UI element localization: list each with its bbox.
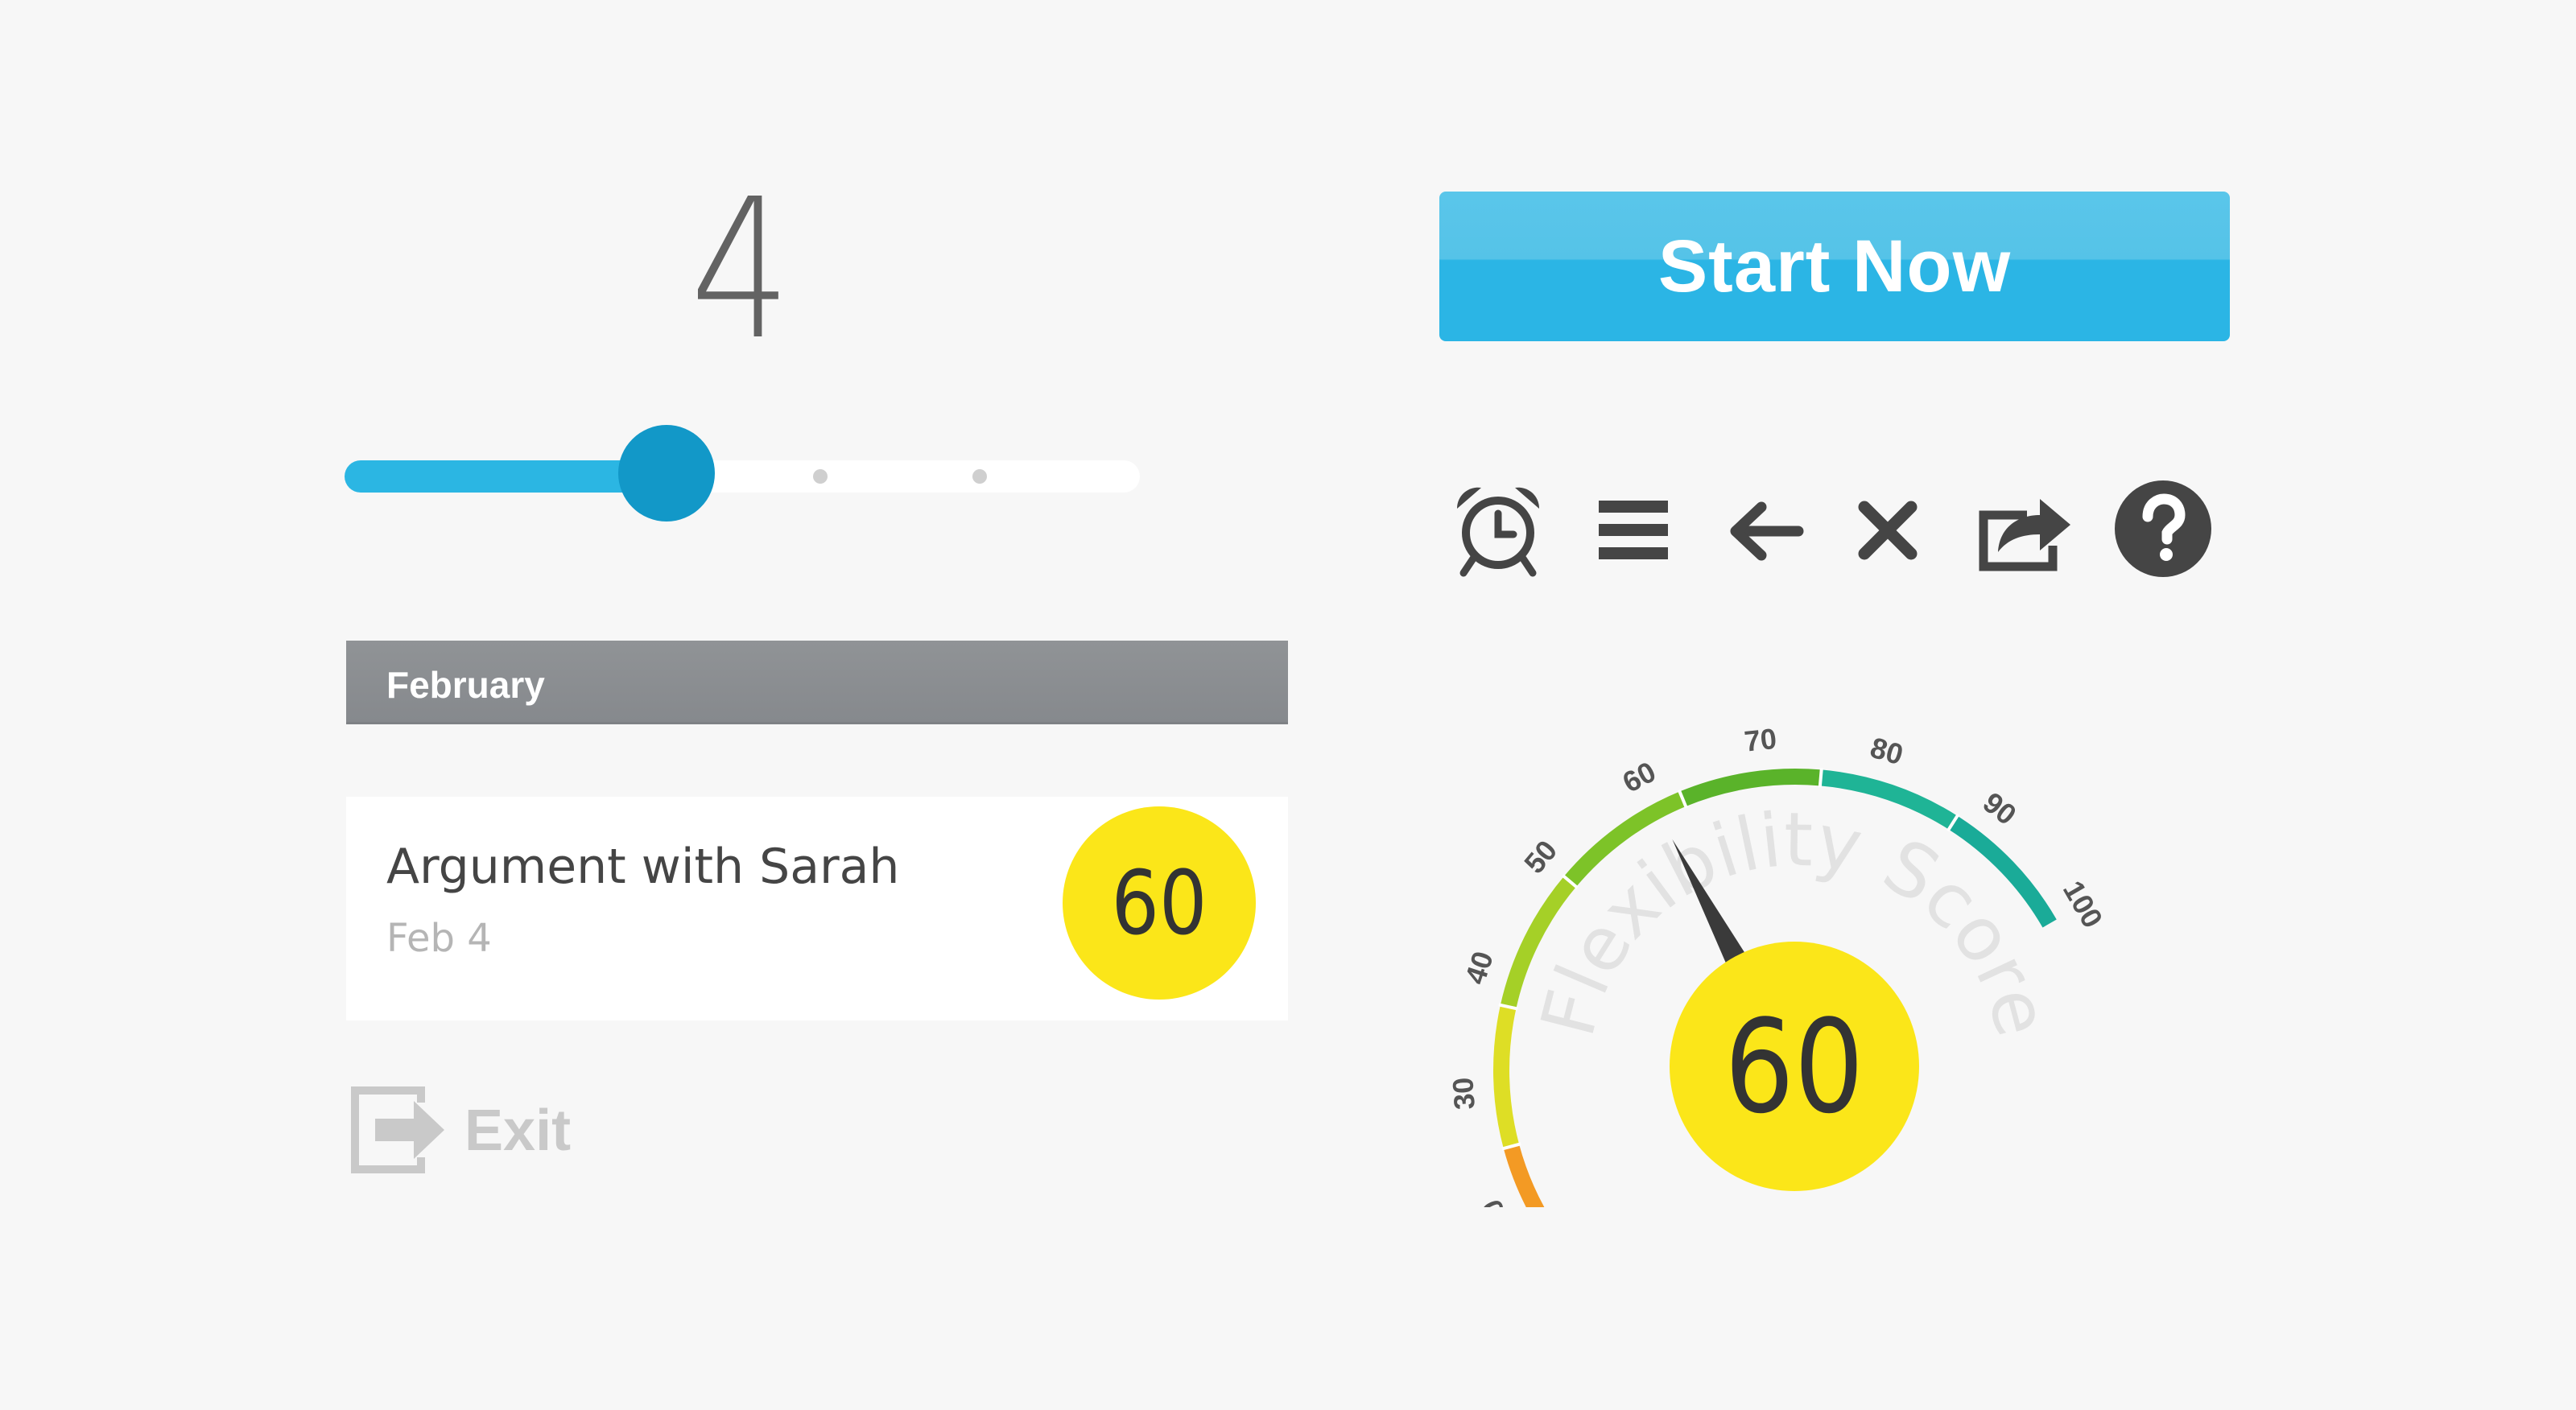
help-icon[interactable] — [2111, 476, 2215, 581]
alarm-clock-icon[interactable] — [1446, 478, 1550, 583]
gauge-segment-divider — [1818, 768, 1823, 788]
start-now-button[interactable]: Start Now — [1439, 192, 2230, 341]
month-header: February — [346, 641, 1288, 724]
gauge-value-badge: 60 — [1670, 942, 1919, 1191]
slider-thumb[interactable] — [618, 425, 715, 522]
gauge-tick-label: 30 — [1446, 1076, 1481, 1111]
entry-score-value: 60 — [1111, 851, 1208, 954]
gauge-tick-label: 20 — [1475, 1194, 1518, 1207]
entry-score-badge: 60 — [1063, 806, 1256, 1000]
entry-title: Argument with Sarah — [386, 839, 900, 895]
gauge-tick-label: 100 — [2057, 875, 2110, 934]
back-arrow-icon[interactable] — [1713, 478, 1818, 583]
gauge-tick-label: 50 — [1517, 834, 1563, 880]
gauge-tick-label: 80 — [1867, 731, 1907, 771]
gauge-tick-label: 40 — [1459, 947, 1500, 988]
gauge-tick-label: 60 — [1617, 755, 1662, 799]
gauge-segment — [1503, 1144, 1545, 1207]
exit-label[interactable]: Exit — [464, 1098, 571, 1164]
entry-card[interactable]: Argument with Sarah Feb 4 60 — [346, 797, 1288, 1020]
menu-icon[interactable] — [1581, 478, 1686, 583]
exit-icon[interactable] — [345, 1080, 449, 1180]
slider-step-dot[interactable] — [972, 469, 987, 484]
slider-step-dot[interactable] — [813, 469, 828, 484]
gauge-value: 60 — [1724, 991, 1864, 1142]
start-now-label: Start Now — [1657, 225, 2012, 307]
month-label: February — [386, 664, 545, 706]
gauge-segment — [1679, 769, 1822, 807]
gauge-segment — [1493, 1004, 1520, 1149]
entry-date: Feb 4 — [386, 916, 492, 961]
close-icon[interactable] — [1835, 478, 1940, 583]
share-icon[interactable] — [1971, 478, 2075, 583]
gauge-tick-label: 90 — [1977, 785, 2023, 831]
counter-value: 4 — [690, 157, 791, 382]
gauge-tick-label: 70 — [1743, 722, 1778, 758]
